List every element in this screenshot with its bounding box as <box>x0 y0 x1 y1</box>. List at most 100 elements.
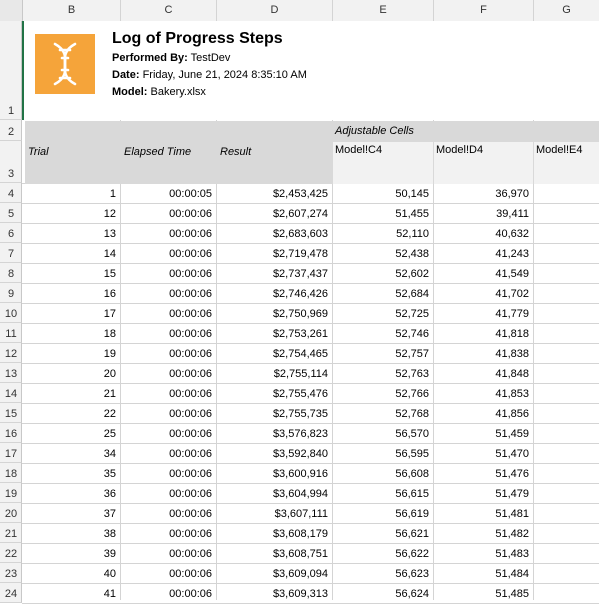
cell-trial[interactable]: 13 <box>23 224 120 244</box>
row-header[interactable]: 17 <box>0 443 22 463</box>
cell-model-c4[interactable]: 52,768 <box>333 404 433 424</box>
cell-model-d4[interactable]: 51,484 <box>434 564 533 584</box>
cell-trial[interactable]: 1 <box>23 184 120 204</box>
cell-model-c4[interactable]: 56,570 <box>333 424 433 444</box>
cell-elapsed-time[interactable]: 00:00:06 <box>121 524 216 544</box>
cell-model-c4[interactable]: 56,624 <box>333 584 433 604</box>
cell-model-c4[interactable]: 52,602 <box>333 264 433 284</box>
cell-model-d4[interactable]: 39,411 <box>434 204 533 224</box>
row-header[interactable]: 6 <box>0 223 22 243</box>
column-header-b[interactable]: B <box>23 0 121 21</box>
cell-model-d4[interactable]: 51,485 <box>434 584 533 604</box>
cell-model-c4[interactable]: 56,608 <box>333 464 433 484</box>
cell-model-d4[interactable]: 51,459 <box>434 424 533 444</box>
cell-elapsed-time[interactable]: 00:00:06 <box>121 284 216 304</box>
cell-result[interactable]: $3,608,179 <box>217 524 332 544</box>
cell-model-d4[interactable]: 51,482 <box>434 524 533 544</box>
row-header[interactable]: 14 <box>0 383 22 403</box>
header-elapsed-time[interactable]: Elapsed Time <box>124 146 191 158</box>
cell-result[interactable]: $2,719,478 <box>217 244 332 264</box>
header-adjustable-cells[interactable]: Adjustable Cells <box>335 125 414 137</box>
row-header[interactable]: 18 <box>0 463 22 483</box>
row-header[interactable]: 15 <box>0 403 22 423</box>
cell-elapsed-time[interactable]: 00:00:06 <box>121 384 216 404</box>
row-header[interactable]: 11 <box>0 323 22 343</box>
row-header[interactable]: 22 <box>0 543 22 563</box>
row-header[interactable]: 9 <box>0 283 22 303</box>
cell-model-d4[interactable]: 51,479 <box>434 484 533 504</box>
header-trial[interactable]: Trial <box>28 146 49 158</box>
cell-model-c4[interactable]: 56,621 <box>333 524 433 544</box>
cell-elapsed-time[interactable]: 00:00:06 <box>121 404 216 424</box>
cell-model-d4[interactable]: 51,476 <box>434 464 533 484</box>
cell-result[interactable]: $2,607,274 <box>217 204 332 224</box>
cell-elapsed-time[interactable]: 00:00:06 <box>121 464 216 484</box>
cell-trial[interactable]: 20 <box>23 364 120 384</box>
cell-result[interactable]: $2,754,465 <box>217 344 332 364</box>
cell-result[interactable]: $3,604,994 <box>217 484 332 504</box>
cell-result[interactable]: $2,737,437 <box>217 264 332 284</box>
cell-result[interactable]: $3,608,751 <box>217 544 332 564</box>
row-header[interactable]: 7 <box>0 243 22 263</box>
cell-elapsed-time[interactable]: 00:00:06 <box>121 484 216 504</box>
cell-model-d4[interactable]: 41,702 <box>434 284 533 304</box>
cell-model-c4[interactable]: 50,145 <box>333 184 433 204</box>
header-model-c4[interactable]: Model!C4 <box>335 144 382 156</box>
cell-elapsed-time[interactable]: 00:00:06 <box>121 304 216 324</box>
cell-model-d4[interactable]: 36,970 <box>434 184 533 204</box>
header-model-e4[interactable]: Model!E4 <box>536 144 582 156</box>
cell-result[interactable]: $3,576,823 <box>217 424 332 444</box>
cell-elapsed-time[interactable]: 00:00:05 <box>121 184 216 204</box>
row-header[interactable]: 3 <box>0 141 22 183</box>
header-model-d4[interactable]: Model!D4 <box>436 144 483 156</box>
cell-trial[interactable]: 39 <box>23 544 120 564</box>
row-header[interactable]: 24 <box>0 583 22 603</box>
column-header-e[interactable]: E <box>333 0 434 21</box>
cell-model-d4[interactable]: 51,470 <box>434 444 533 464</box>
cell-model-c4[interactable]: 56,622 <box>333 544 433 564</box>
cell-elapsed-time[interactable]: 00:00:06 <box>121 544 216 564</box>
cell-elapsed-time[interactable]: 00:00:06 <box>121 364 216 384</box>
row-header[interactable]: 21 <box>0 523 22 543</box>
column-header-c[interactable]: C <box>121 0 217 21</box>
column-header-f[interactable]: F <box>434 0 534 21</box>
cell-model-c4[interactable]: 52,684 <box>333 284 433 304</box>
cell-result[interactable]: $3,609,094 <box>217 564 332 584</box>
cell-model-c4[interactable]: 52,746 <box>333 324 433 344</box>
cell-model-d4[interactable]: 40,632 <box>434 224 533 244</box>
cell-result[interactable]: $2,755,735 <box>217 404 332 424</box>
cell-model-c4[interactable]: 52,757 <box>333 344 433 364</box>
cell-trial[interactable]: 25 <box>23 424 120 444</box>
cell-model-c4[interactable]: 52,438 <box>333 244 433 264</box>
row-header[interactable]: 2 <box>0 120 22 141</box>
cell-model-c4[interactable]: 52,110 <box>333 224 433 244</box>
column-header-g[interactable]: G <box>534 0 599 21</box>
row-header[interactable]: 20 <box>0 503 22 523</box>
cell-model-c4[interactable]: 56,615 <box>333 484 433 504</box>
row-header[interactable]: 23 <box>0 563 22 583</box>
cell-elapsed-time[interactable]: 00:00:06 <box>121 224 216 244</box>
cell-trial[interactable]: 22 <box>23 404 120 424</box>
cell-result[interactable]: $2,683,603 <box>217 224 332 244</box>
cell-trial[interactable]: 15 <box>23 264 120 284</box>
cell-model-c4[interactable]: 56,619 <box>333 504 433 524</box>
cell-trial[interactable]: 21 <box>23 384 120 404</box>
row-header[interactable]: 19 <box>0 483 22 503</box>
cell-trial[interactable]: 17 <box>23 304 120 324</box>
cell-elapsed-time[interactable]: 00:00:06 <box>121 444 216 464</box>
cell-model-d4[interactable]: 41,779 <box>434 304 533 324</box>
cell-elapsed-time[interactable]: 00:00:06 <box>121 584 216 604</box>
cell-trial[interactable]: 12 <box>23 204 120 224</box>
cell-model-c4[interactable]: 56,595 <box>333 444 433 464</box>
cell-model-d4[interactable]: 41,853 <box>434 384 533 404</box>
cell-model-c4[interactable]: 51,455 <box>333 204 433 224</box>
cell-model-d4[interactable]: 41,549 <box>434 264 533 284</box>
cell-result[interactable]: $3,607,111 <box>217 504 332 524</box>
cell-model-d4[interactable]: 41,838 <box>434 344 533 364</box>
header-result[interactable]: Result <box>220 146 251 158</box>
cell-model-d4[interactable]: 41,856 <box>434 404 533 424</box>
cell-trial[interactable]: 37 <box>23 504 120 524</box>
cell-model-c4[interactable]: 56,623 <box>333 564 433 584</box>
cell-result[interactable]: $2,753,261 <box>217 324 332 344</box>
column-header-d[interactable]: D <box>217 0 333 21</box>
